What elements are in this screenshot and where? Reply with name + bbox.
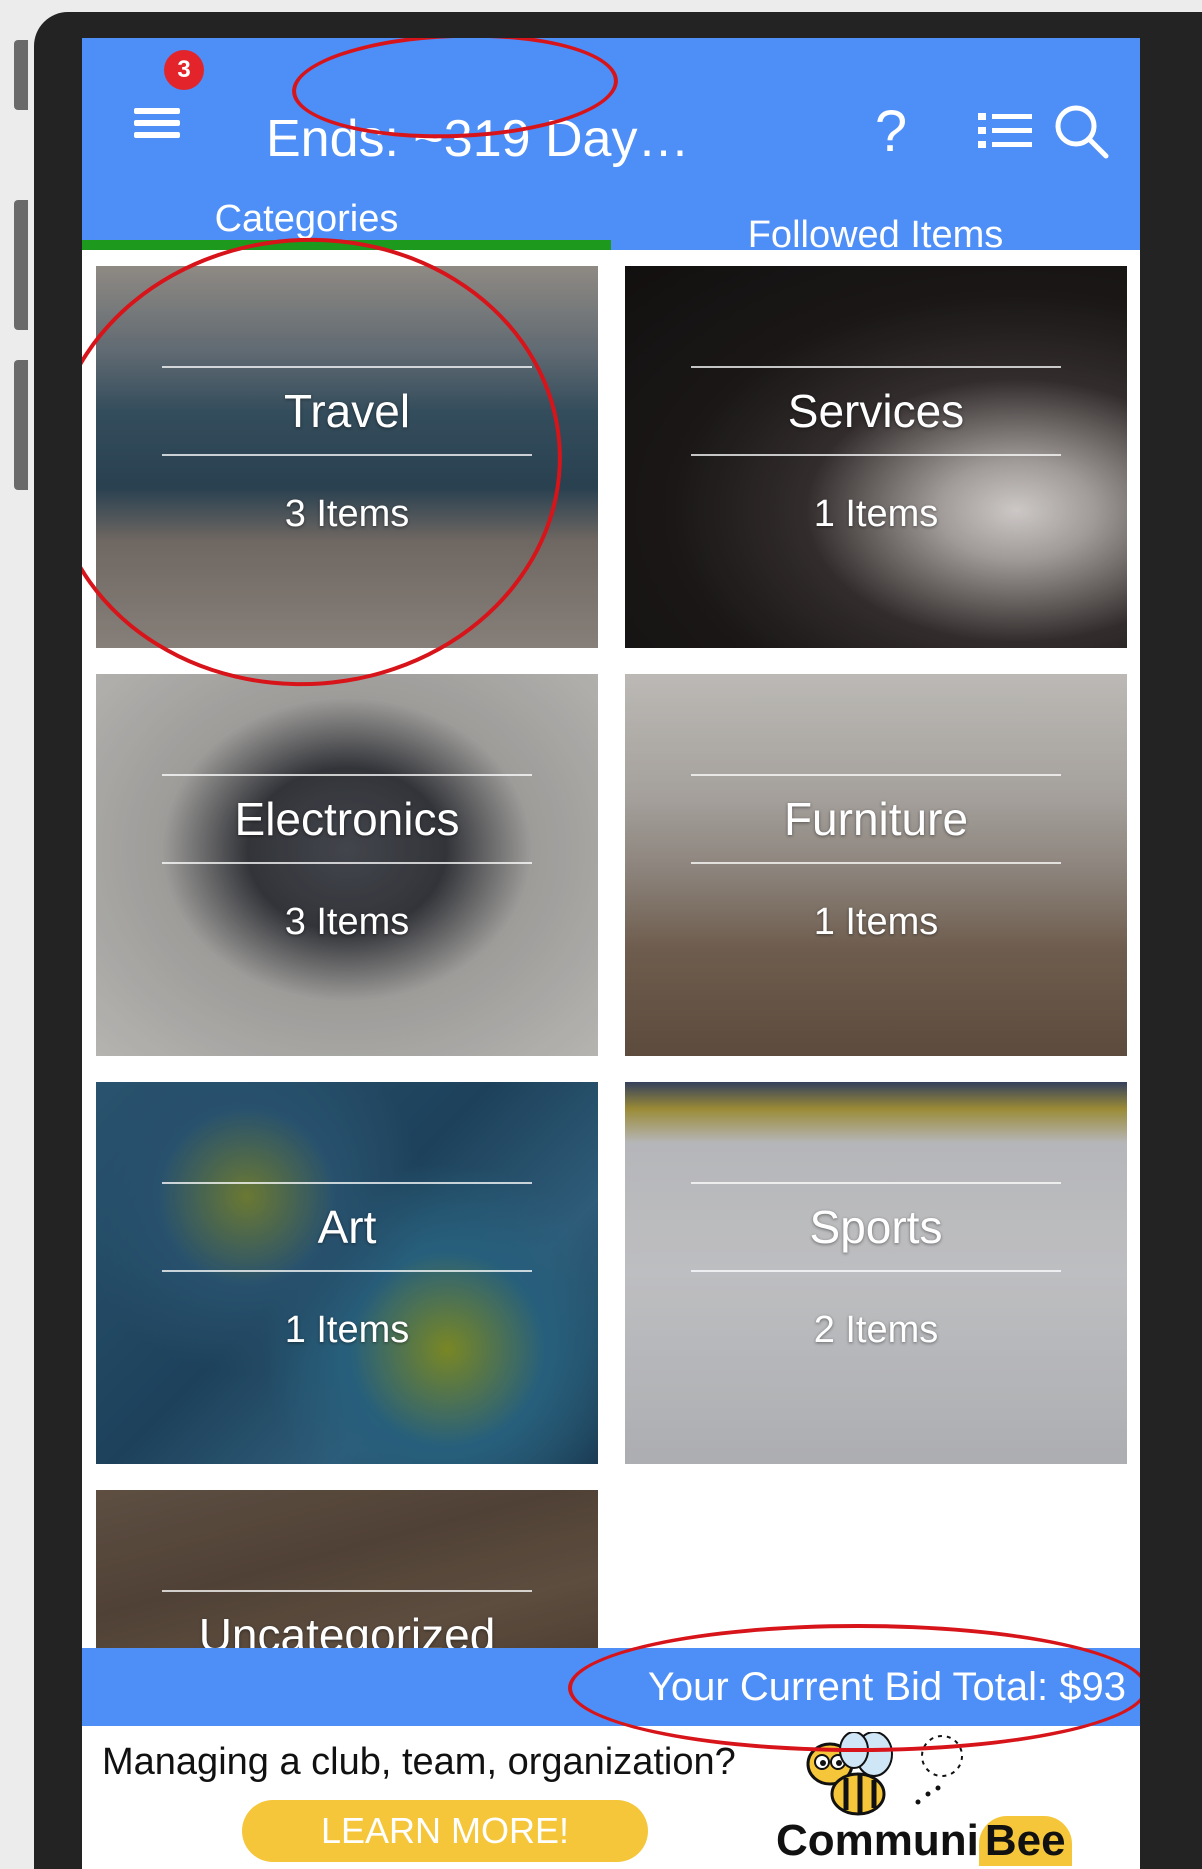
tile-overlay (625, 266, 1127, 648)
tile-divider (162, 1270, 532, 1272)
phone-volume-down-button (14, 360, 28, 490)
tile-divider (162, 366, 532, 368)
logo-text-communi: Communi (776, 1816, 979, 1865)
category-name: Electronics (234, 793, 460, 845)
category-item-count: 1 Items (813, 901, 939, 943)
category-item-count: 3 Items (284, 493, 410, 535)
menu-button[interactable] (128, 88, 188, 148)
category-item-count: 1 Items (284, 1309, 410, 1351)
category-name: Services (787, 385, 965, 437)
ad-headline: Managing a club, team, organization? (102, 1741, 736, 1783)
tile-divider (162, 454, 532, 456)
tile-divider (691, 862, 1061, 864)
help-icon[interactable]: ? (856, 96, 926, 166)
list-view-button[interactable] (970, 96, 1040, 166)
list-view-icon (978, 113, 1032, 148)
tile-overlay (96, 674, 598, 1056)
tile-divider (691, 1182, 1061, 1184)
ad-banner[interactable]: Managing a club, team, organization? LEA… (82, 1726, 1140, 1869)
tile-divider (691, 774, 1061, 776)
phone-volume-up-button (14, 200, 28, 330)
auction-end-title: Ends: ~319 Day… (266, 110, 690, 168)
communibee-logo: Communi Bee (776, 1816, 1072, 1866)
tile-divider (691, 366, 1061, 368)
tab-followed-items-label: Followed Items (747, 214, 1004, 256)
category-item-count: 2 Items (813, 1309, 939, 1351)
category-item-count: 3 Items (284, 901, 410, 943)
learn-more-button[interactable]: LEARN MORE! (242, 1800, 648, 1862)
category-name: Art (317, 1201, 377, 1253)
tile-overlay (625, 1082, 1127, 1464)
tile-overlay (96, 1082, 598, 1464)
category-name: Sports (809, 1201, 943, 1253)
category-item-count: 1 Items (813, 493, 939, 535)
category-tile-travel[interactable]: Travel 3 Items (96, 266, 598, 648)
search-button[interactable] (1046, 96, 1116, 166)
category-tile-uncategorized[interactable]: Uncategorized (96, 1490, 598, 1670)
tile-divider (162, 862, 532, 864)
tile-overlay (625, 674, 1127, 1056)
current-bid-total: Your Current Bid Total: $93 (647, 1665, 1126, 1709)
category-tile-electronics[interactable]: Electronics 3 Items (96, 674, 598, 1056)
tile-divider (691, 1270, 1061, 1272)
bid-total-bar[interactable]: Your Current Bid Total: $93 (82, 1648, 1140, 1726)
active-tab-indicator (82, 240, 611, 250)
tab-categories-label: Categories (214, 198, 399, 240)
category-tile-services[interactable]: Services 1 Items (625, 266, 1127, 648)
category-name: Furniture (783, 793, 969, 845)
tab-followed-items[interactable]: Followed Items (611, 188, 1140, 256)
tile-divider (162, 774, 532, 776)
app-bar: 3 Ends: ~319 Day… ? Categories Followed … (82, 38, 1140, 256)
category-tile-sports[interactable]: Sports 2 Items (625, 1082, 1127, 1464)
category-tile-furniture[interactable]: Furniture 1 Items (625, 674, 1127, 1056)
logo-text-bee: Bee (978, 1816, 1072, 1866)
search-icon (1055, 105, 1109, 159)
tile-divider (162, 1182, 532, 1184)
phone-side-button (14, 40, 28, 110)
tile-divider (691, 454, 1061, 456)
tile-overlay (96, 266, 598, 648)
tile-divider (162, 1590, 532, 1592)
app-screen: 3 Ends: ~319 Day… ? Categories Followed … (82, 38, 1140, 1869)
notification-badge: 3 (164, 50, 204, 90)
category-tile-art[interactable]: Art 1 Items (96, 1082, 598, 1464)
category-name: Travel (283, 385, 411, 437)
